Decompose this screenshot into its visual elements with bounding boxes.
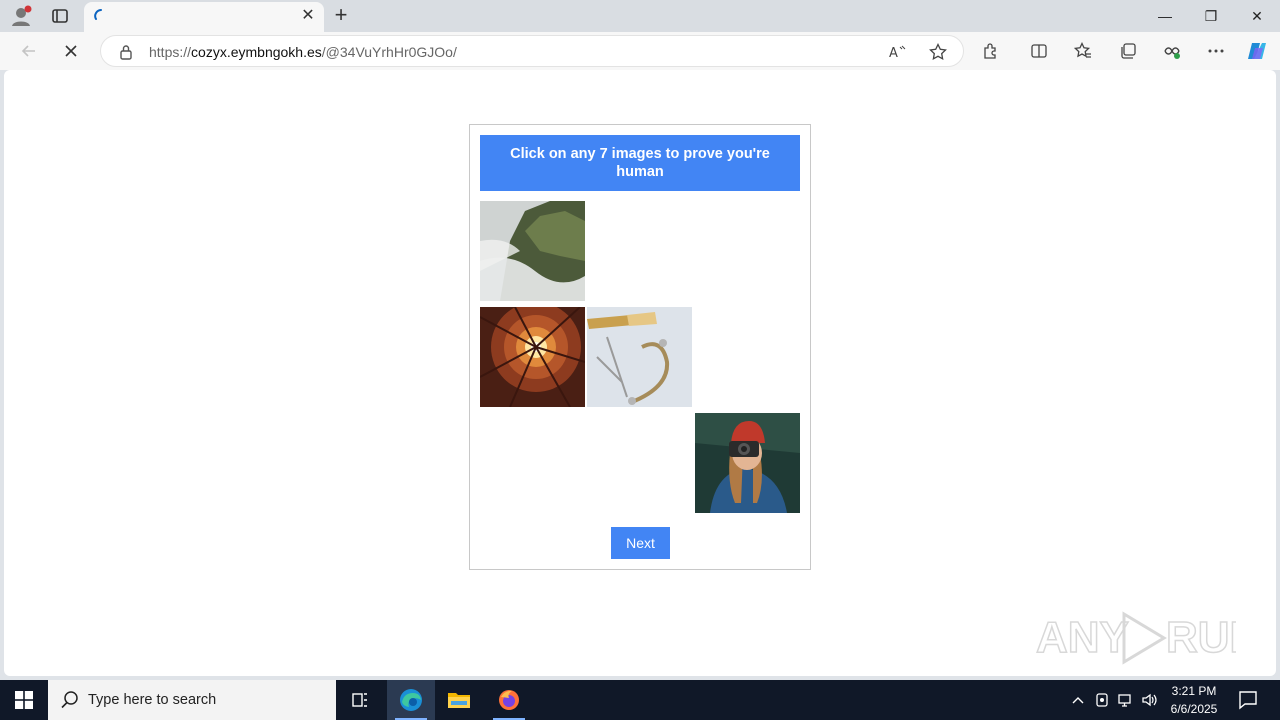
anyrun-watermark: ANY RUN <box>1036 611 1236 665</box>
lock-icon[interactable] <box>119 44 133 60</box>
read-aloud-icon[interactable]: A <box>885 39 911 65</box>
extensions-icon[interactable] <box>978 38 1004 64</box>
profile-icon[interactable] <box>10 5 32 27</box>
browser-toolbar: https://cozyx.eymbngokh.es/@34VuYrhHr0GJ… <box>0 32 1280 70</box>
captcha-image-building[interactable] <box>480 307 585 407</box>
copilot-icon[interactable] <box>1244 38 1270 64</box>
notifications-icon[interactable] <box>1236 688 1260 712</box>
stop-icon[interactable] <box>58 38 84 64</box>
edge-icon[interactable] <box>387 680 435 720</box>
system-clock[interactable]: 3:21 PM 6/6/2025 <box>1162 682 1226 718</box>
search-icon <box>61 691 78 709</box>
volume-icon[interactable] <box>1140 690 1160 710</box>
clock-time: 3:21 PM <box>1171 684 1217 698</box>
captcha-image-mountain[interactable] <box>480 201 585 301</box>
url-domain: cozyx.eymbngokh.es <box>191 44 322 60</box>
minimize-button[interactable]: — <box>1142 0 1188 32</box>
taskbar: Type here to search 3:21 PM 6/6/2025 <box>0 680 1280 720</box>
task-view-icon[interactable] <box>336 680 384 720</box>
captcha-instruction: Click on any 7 images to prove you're hu… <box>480 135 800 191</box>
firefox-icon[interactable] <box>485 680 533 720</box>
search-placeholder: Type here to search <box>88 692 217 708</box>
start-button[interactable] <box>0 680 48 720</box>
file-explorer-icon[interactable] <box>435 680 483 720</box>
taskbar-search-box[interactable]: Type here to search <box>48 680 336 720</box>
browser-tab[interactable]: ✕ <box>84 2 324 32</box>
tab-actions-icon[interactable] <box>50 6 70 26</box>
captcha-image-pen-clip[interactable] <box>587 307 692 407</box>
captcha-widget: Click on any 7 images to prove you're hu… <box>469 124 811 570</box>
title-bar: ✕ + — ❐ ✕ <box>0 0 1280 32</box>
network-icon[interactable] <box>1116 690 1136 710</box>
next-button[interactable]: Next <box>611 527 670 559</box>
clock-date: 6/6/2025 <box>1170 702 1218 716</box>
restore-button[interactable]: ❐ <box>1188 0 1234 32</box>
close-window-button[interactable]: ✕ <box>1234 0 1280 32</box>
svg-text:A: A <box>889 46 898 60</box>
browser-essentials-icon[interactable] <box>1159 38 1185 64</box>
svg-text:ANY: ANY <box>1036 613 1129 662</box>
captcha-image-camera-woman[interactable] <box>695 413 800 513</box>
meet-now-icon[interactable] <box>1092 690 1112 710</box>
tab-close-button[interactable]: ✕ <box>300 8 316 24</box>
loading-spinner-icon <box>94 9 102 20</box>
svg-text:RUN: RUN <box>1166 613 1236 662</box>
favorites-icon[interactable] <box>1070 38 1096 64</box>
windows-logo-icon <box>15 691 33 709</box>
split-screen-icon[interactable] <box>1026 38 1052 64</box>
new-tab-button[interactable]: + <box>330 4 352 27</box>
address-bar[interactable]: https://cozyx.eymbngokh.es/@34VuYrhHr0GJ… <box>100 35 964 67</box>
url-scheme: https:// <box>149 44 192 60</box>
chevron-up-icon[interactable] <box>1068 690 1088 710</box>
url-path: /@34VuYrhHr0GJOo/ <box>321 44 457 60</box>
url-text[interactable]: https://cozyx.eymbngokh.es/@34VuYrhHr0GJ… <box>149 44 457 60</box>
favorite-star-icon[interactable] <box>925 39 951 65</box>
more-icon[interactable] <box>1203 38 1229 64</box>
collections-icon[interactable] <box>1115 38 1141 64</box>
back-icon[interactable] <box>16 38 42 64</box>
